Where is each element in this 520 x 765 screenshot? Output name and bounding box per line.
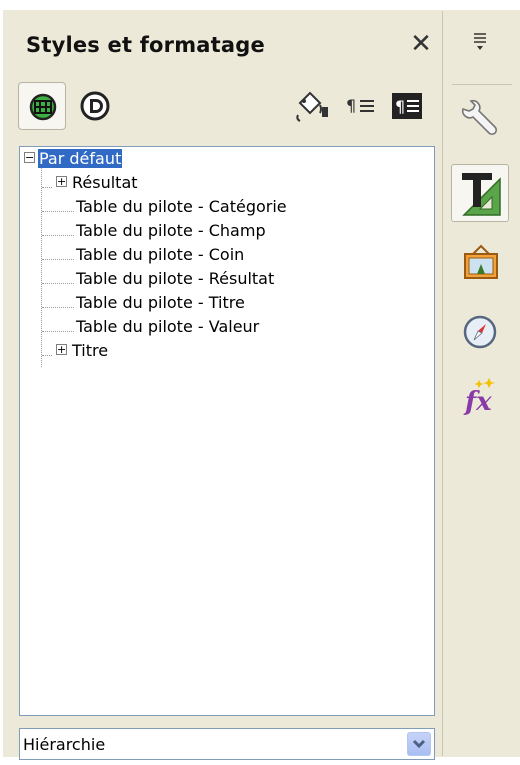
tree-item[interactable]: Table du pilote - Résultat (76, 269, 274, 289)
tree-connector (42, 307, 74, 308)
cell-styles-button[interactable] (18, 82, 66, 130)
close-button[interactable]: ✕ (408, 29, 434, 59)
style-filter-select[interactable]: Hiérarchie (19, 728, 435, 760)
expand-toggle[interactable]: + (56, 176, 67, 187)
tree-connector (42, 355, 52, 356)
filter-value: Hiérarchie (23, 735, 106, 754)
navigator-icon (463, 315, 497, 349)
tree-item[interactable]: Table du pilote - Titre (76, 293, 245, 313)
svg-text:¶: ¶ (395, 97, 405, 116)
tree-connector (42, 283, 74, 284)
dropdown-button[interactable] (407, 732, 431, 756)
properties-icon (461, 99, 498, 136)
tree-connector (41, 165, 42, 367)
page-styles-icon (80, 91, 110, 121)
tree-connector (42, 211, 74, 212)
fill-format-mode-button[interactable] (294, 89, 334, 129)
cell-styles-icon (29, 93, 57, 121)
sidebar-separator (452, 84, 512, 85)
tree-connector (42, 187, 52, 188)
menu-icon (474, 33, 486, 50)
page-styles-button[interactable] (78, 89, 118, 129)
sidebar-menu-button[interactable] (454, 26, 506, 56)
tree-item[interactable]: Résultat (72, 173, 138, 193)
styles-panel: Styles et formatage ✕ ¶ ¶ − Par défaut +… (4, 11, 443, 760)
update-style-button[interactable]: ¶ (390, 89, 430, 129)
svg-text:fx: fx (463, 387, 492, 417)
tree-item-root[interactable]: Par défaut (38, 149, 123, 169)
styles-tree[interactable]: − Par défaut + Résultat Table du pilote … (19, 146, 435, 716)
new-style-button[interactable]: ¶ (344, 89, 384, 129)
panel-title: Styles et formatage (26, 33, 265, 57)
tree-item-label: Par défaut (38, 149, 123, 168)
styles-icon (462, 173, 501, 216)
expand-toggle[interactable]: + (56, 344, 67, 355)
tree-item[interactable]: Table du pilote - Valeur (76, 317, 259, 337)
window-frame-top (0, 0, 520, 10)
svg-text:¶: ¶ (346, 96, 356, 115)
tree-connector (42, 259, 74, 260)
sidebar-tab-properties[interactable] (451, 95, 509, 153)
functions-icon: fx (463, 378, 495, 417)
tree-connector (42, 235, 74, 236)
tree-item[interactable]: Table du pilote - Champ (76, 221, 266, 241)
fill-format-mode-icon (296, 91, 328, 122)
collapse-toggle[interactable]: − (24, 152, 35, 163)
sidebar-tab-gallery[interactable] (451, 236, 509, 294)
new-style-from-selection-icon: ¶ (346, 96, 374, 115)
tree-item[interactable]: Titre (72, 341, 108, 361)
sidebar-tab-navigator[interactable] (451, 303, 509, 361)
tree-connector (42, 331, 74, 332)
gallery-icon (464, 244, 498, 279)
update-style-icon: ¶ (392, 93, 422, 119)
sidebar-tab-functions[interactable]: fx (451, 368, 509, 426)
tree-item[interactable]: Table du pilote - Catégorie (76, 197, 287, 217)
window-frame-left (0, 0, 3, 765)
chevron-down-icon (412, 739, 426, 749)
tree-item[interactable]: Table du pilote - Coin (76, 245, 244, 265)
sidebar-tab-styles[interactable] (451, 164, 509, 222)
